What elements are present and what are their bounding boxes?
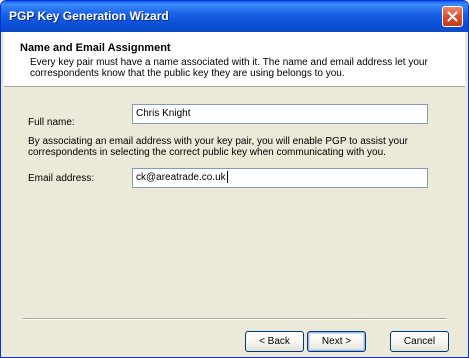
wizard-window: PGP Key Generation Wizard Name and Email… xyxy=(0,0,469,358)
footer-separator xyxy=(23,318,447,320)
title-bar[interactable]: PGP Key Generation Wizard xyxy=(1,1,468,32)
text-caret xyxy=(226,171,228,184)
email-info-text: By associating an email address with you… xyxy=(28,136,408,158)
back-button[interactable]: < Back xyxy=(245,331,304,352)
close-icon xyxy=(447,11,458,22)
cancel-button[interactable]: Cancel xyxy=(390,331,449,352)
email-value: ck@areatrade.co.uk xyxy=(136,172,226,183)
window-title: PGP Key Generation Wizard xyxy=(9,9,169,23)
wizard-header: Name and Email Assignment Every key pair… xyxy=(4,32,465,87)
page-description: Every key pair must have a name associat… xyxy=(30,57,428,79)
full-name-value: Chris Knight xyxy=(136,108,191,119)
close-button[interactable] xyxy=(442,6,463,27)
email-label: Email address: xyxy=(28,173,95,184)
next-button[interactable]: Next > xyxy=(307,331,366,352)
page-title: Name and Email Assignment xyxy=(20,42,171,54)
email-input[interactable]: ck@areatrade.co.uk xyxy=(132,168,428,188)
full-name-label: Full name: xyxy=(28,117,75,128)
full-name-input[interactable]: Chris Knight xyxy=(132,104,428,124)
